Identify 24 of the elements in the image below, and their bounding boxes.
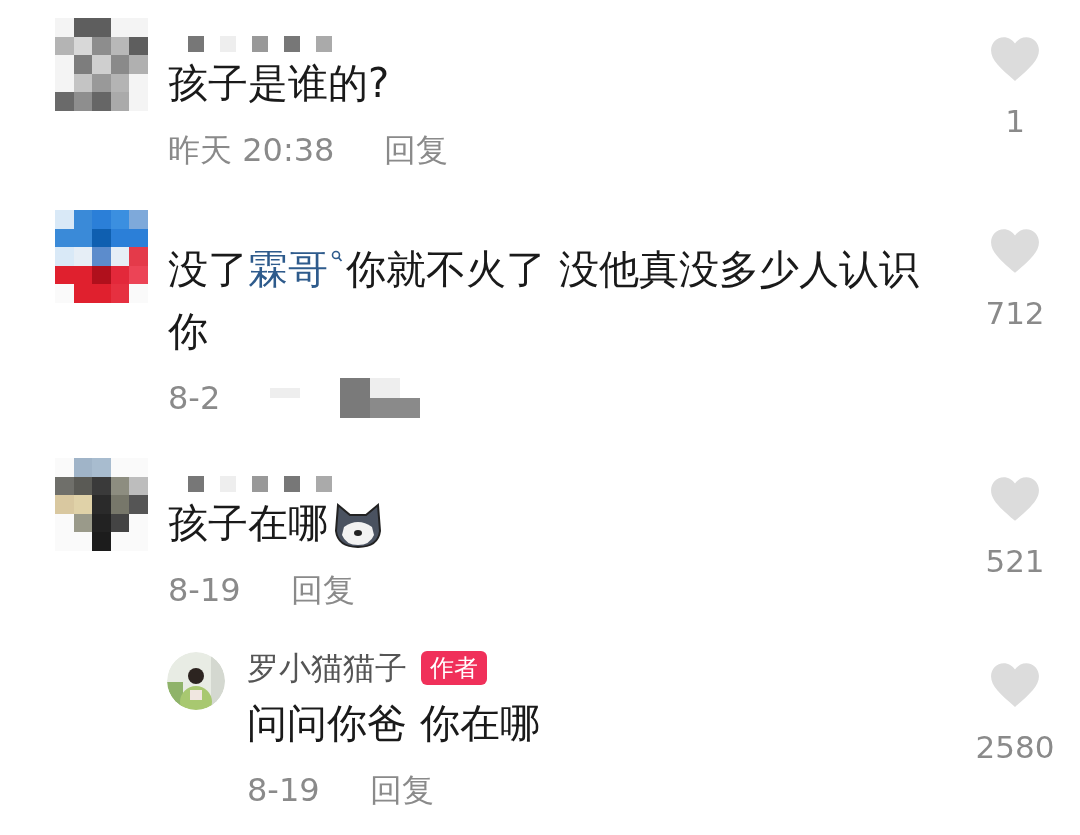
like-count: 2580 [975, 732, 1055, 763]
reply-button[interactable]: 回复 [290, 566, 355, 614]
comment-text: 问问你爸 你在哪 [247, 699, 541, 748]
like-count: 521 [985, 546, 1045, 577]
like-heart-icon[interactable] [990, 476, 1040, 522]
comment-text: 没了霖哥 你就不火了 没他真没多少人认识你 [168, 245, 920, 356]
comment-time: 8-19 [168, 570, 241, 611]
like-heart-icon[interactable] [990, 36, 1040, 82]
reply-button[interactable]: 回复 [369, 766, 434, 814]
author-name[interactable]: 罗小猫猫子 [247, 644, 407, 692]
like-count: 712 [985, 298, 1045, 329]
comment-text: 孩子是谁的? [168, 59, 391, 108]
like-heart-icon[interactable] [990, 228, 1040, 274]
topic-link[interactable]: 霖哥 [248, 246, 346, 292]
comment-time: 昨天 20:38 [168, 130, 335, 171]
search-icon [331, 250, 343, 264]
husky-emoji-icon [332, 503, 384, 549]
comment-time: 8-19 [247, 770, 320, 811]
comment-time: 8-2 [168, 378, 221, 419]
like-heart-icon[interactable] [990, 662, 1040, 708]
comment-text: 孩子在哪 [168, 492, 950, 554]
author-badge: 作者 [421, 651, 487, 685]
reply-button[interactable]: 回复 [384, 126, 449, 174]
like-count: 1 [1005, 106, 1025, 137]
